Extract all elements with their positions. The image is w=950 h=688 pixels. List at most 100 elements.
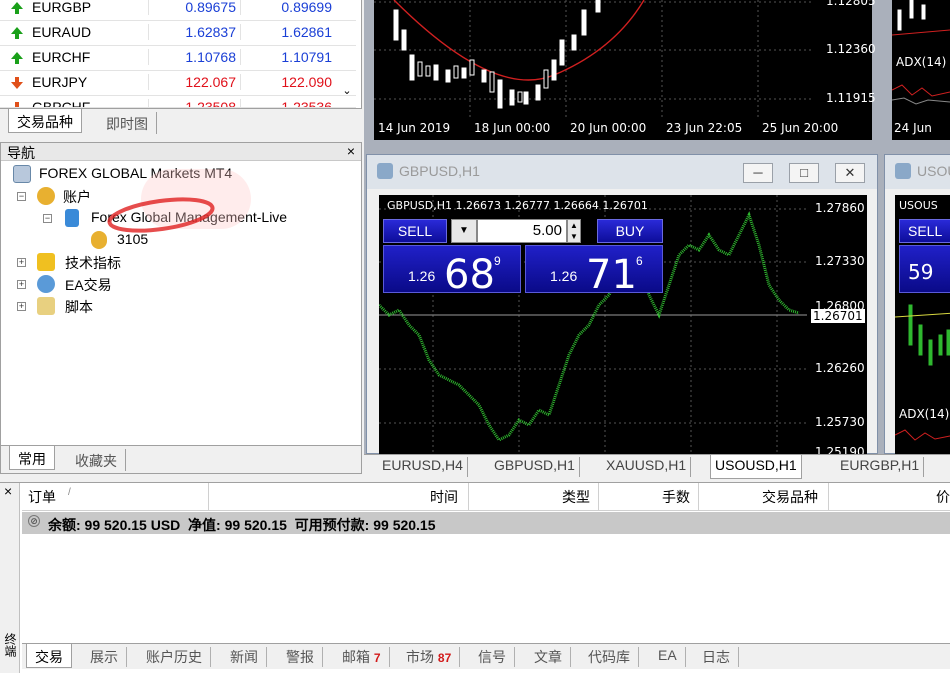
ask-price: 122.090 [240, 74, 336, 90]
time-label: 23 Jun 22:05 [666, 121, 743, 135]
sell-price-button[interactable]: 1.26 68 9 [383, 245, 521, 298]
chart-tab[interactable]: EURGBP,H1 [836, 457, 925, 477]
expand-icon[interactable]: + [17, 302, 26, 311]
column-type[interactable]: 类型 [562, 487, 590, 507]
tab-common[interactable]: 常用 [9, 446, 55, 470]
tab-exposure[interactable]: 展示 [82, 647, 127, 667]
expand-icon[interactable]: + [17, 280, 26, 289]
column-volume[interactable]: 手数 [662, 487, 690, 507]
sell-price-button[interactable]: 59 [899, 245, 950, 293]
navigator-header: 导航 × [1, 143, 361, 161]
terminal-side-label: 终端 [3, 633, 17, 657]
symbol-name: EURGBP [32, 0, 92, 15]
chart-window-usousd[interactable]: USOU USOUS SELL 59 ADX(14) [884, 154, 950, 455]
column-symbol[interactable]: 交易品种 [762, 487, 818, 507]
tab-tick-chart[interactable]: 即时图 [98, 112, 157, 134]
column-divider [208, 483, 209, 511]
tab-label: 文章 [534, 649, 562, 665]
window-title-bar[interactable]: GBPUSD,H1 ─ □ ✕ [367, 155, 877, 189]
tab-alerts[interactable]: 警报 [278, 647, 323, 667]
tab-signals[interactable]: 信号 [470, 647, 515, 667]
chart-right-top[interactable]: ADX(14) 24 Jun [892, 0, 950, 140]
lot-stepper[interactable]: ▲ ▼ [567, 219, 581, 243]
lot-size-input[interactable]: 5.00 [477, 219, 567, 243]
tab-journal[interactable]: 日志 [694, 647, 739, 667]
market-watch-row[interactable]: EURCHF 1.10768 1.10791 [0, 46, 356, 71]
tab-trade[interactable]: 交易 [26, 644, 72, 668]
chart-window-gbpusd[interactable]: GBPUSD,H1 ─ □ ✕ GBPUSD,H1 1.26673 1.2677… [366, 154, 878, 455]
tab-articles[interactable]: 文章 [526, 647, 571, 667]
minimize-button[interactable]: ─ [743, 163, 773, 183]
tree-indicators-label: 技术指标 [65, 255, 121, 271]
bid-price: 1.10768 [148, 49, 240, 65]
time-label: 25 Jun 20:00 [762, 121, 839, 135]
lot-dropdown-icon[interactable]: ▼ [451, 219, 477, 243]
tab-account-history[interactable]: 账户历史 [138, 647, 211, 667]
market-watch-row[interactable]: EURGBP 0.89675 0.89699 [0, 0, 356, 21]
buy-price-prefix: 1.26 [550, 268, 578, 284]
tab-experts[interactable]: EA [650, 647, 686, 667]
buy-price-button[interactable]: 1.26 71 6 [525, 245, 663, 298]
sell-button[interactable]: SELL [383, 219, 447, 243]
collapse-icon[interactable]: − [17, 192, 26, 201]
market-watch-row[interactable]: GBPCHF 1.23508 1.23536 [0, 96, 356, 108]
maximize-button[interactable]: □ [789, 163, 819, 183]
indicator-label: ADX(14) [896, 55, 947, 69]
tab-favorites[interactable]: 收藏夹 [67, 449, 126, 471]
buy-button[interactable]: BUY [597, 219, 663, 243]
mailbox-count-badge: 7 [373, 651, 381, 665]
chart-tab-active[interactable]: USOUSD,H1 [710, 455, 802, 479]
price-label: 1.25730 [815, 415, 865, 429]
balance-row[interactable]: ⊘ 余额: 99 520.15 USD 净值: 99 520.15 可用预付款:… [22, 512, 950, 534]
market-watch-row[interactable]: EURAUD 1.62837 1.62861 [0, 21, 356, 46]
tab-mailbox[interactable]: 邮箱 7 [334, 647, 390, 667]
tab-market[interactable]: 市场 87 [398, 647, 461, 667]
expand-icon[interactable]: + [17, 258, 26, 267]
bid-price: 122.067 [148, 74, 240, 90]
price-label: 1.12805 [826, 0, 876, 8]
buy-price-fraction: 6 [636, 254, 643, 268]
chart-usousd[interactable]: USOUS SELL 59 ADX(14) [895, 195, 950, 455]
chart-tab[interactable]: EURUSD,H4 [378, 457, 468, 477]
terminal-panel: × 终端 订单 / 时间 类型 手数 交易品种 价 ⊘ 余额: 99 520.1… [0, 482, 950, 688]
chart-tab[interactable]: XAUUSD,H1 [602, 457, 692, 477]
tree-accounts-label: 账户 [63, 189, 91, 205]
chart-eurusd[interactable]: 1.12805 1.12360 1.11915 14 Jun 2019 18 J… [374, 0, 876, 140]
bid-price: 1.62837 [148, 24, 240, 40]
column-time[interactable]: 时间 [430, 487, 458, 507]
ask-price: 1.62861 [240, 24, 336, 40]
sell-button[interactable]: SELL [899, 219, 950, 243]
chart-info: USOUS [899, 199, 938, 212]
chart-window-icon [377, 163, 393, 179]
close-button[interactable]: ✕ [835, 163, 865, 183]
tab-label: EA [658, 647, 677, 663]
navigator-title: 导航 [7, 145, 35, 161]
ask-price: 1.10791 [240, 49, 336, 65]
balance-status-icon: ⊘ [28, 515, 40, 527]
arrow-up-icon [11, 2, 23, 14]
symbol-name: GBPCHF [32, 99, 91, 108]
collapse-icon[interactable]: − [43, 214, 52, 223]
close-icon[interactable]: × [347, 143, 355, 159]
market-watch-row[interactable]: EURJPY 122.067 122.090 [0, 71, 356, 96]
column-price[interactable]: 价 [936, 487, 950, 507]
arrow-up-icon [11, 52, 23, 64]
tab-news[interactable]: 新闻 [222, 647, 267, 667]
chart-tab[interactable]: GBPUSD,H1 [490, 457, 580, 477]
tab-label: 新闻 [230, 649, 258, 665]
close-icon[interactable]: × [4, 483, 12, 499]
arrow-up-icon [11, 27, 23, 39]
scroll-down-icon[interactable]: ⌄ [338, 84, 356, 104]
tab-symbols[interactable]: 交易品种 [8, 109, 82, 133]
price-label: 1.26260 [815, 361, 865, 375]
tab-code-base[interactable]: 代码库 [580, 647, 639, 667]
time-label: 18 Jun 00:00 [474, 121, 551, 135]
sell-price-fraction: 9 [494, 254, 501, 268]
column-divider [828, 483, 829, 511]
chart-gbpusd[interactable]: GBPUSD,H1 1.26673 1.26777 1.26664 1.2670… [379, 195, 867, 455]
time-label: 20 Jun 00:00 [570, 121, 647, 135]
window-title-bar[interactable]: USOU [885, 155, 950, 189]
sort-icon: / [68, 487, 71, 498]
tab-label: 日志 [702, 649, 730, 665]
column-order[interactable]: 订单 [28, 487, 56, 507]
